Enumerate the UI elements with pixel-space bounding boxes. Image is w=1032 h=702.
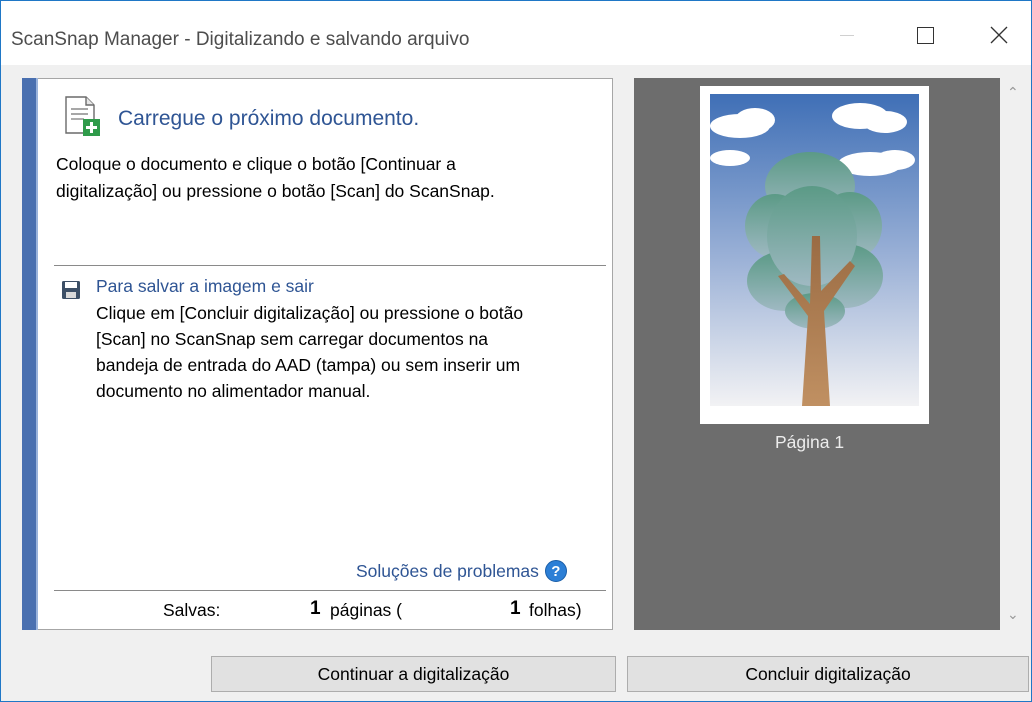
stats-divider: [54, 590, 606, 591]
document-add-icon: [65, 96, 100, 136]
continue-scanning-button[interactable]: Continuar a digitalização: [211, 656, 616, 692]
page-number-label: Página 1: [775, 432, 845, 452]
page-thumbnail[interactable]: [700, 86, 929, 424]
instruction-text: Coloque o documento e clique o botão [Co…: [56, 151, 596, 205]
minimize-icon: [840, 34, 854, 36]
panel-heading: Carregue o próximo documento.: [118, 107, 420, 130]
close-icon: [990, 26, 1008, 44]
scanned-image: [710, 94, 919, 406]
scroll-down-arrow-icon[interactable]: ⌄: [1007, 606, 1019, 623]
maximize-icon: [916, 26, 934, 44]
save-section-description: Clique em [Concluir digitalização] ou pr…: [96, 300, 601, 404]
section-divider: [54, 265, 606, 266]
title-bar[interactable]: ScanSnap Manager - Digitalizando e salva…: [1, 1, 1031, 65]
instruction-line-2: digitalização] ou pressione o botão [Sca…: [56, 181, 495, 201]
floppy-disk-icon: [62, 281, 80, 299]
help-icon[interactable]: ?: [544, 560, 567, 582]
save-desc-line-3: bandeja de entrada do AAD (tampa) ou sem…: [96, 355, 521, 375]
minimize-button[interactable]: [823, 2, 871, 64]
panel-accent-highlight: [36, 78, 38, 630]
preview-scrollbar[interactable]: [1000, 78, 1031, 630]
troubleshooting-label: Soluções de problemas: [356, 560, 539, 581]
maximize-button[interactable]: [901, 2, 949, 64]
saved-label: Salvas:: [163, 600, 221, 620]
finish-scanning-button[interactable]: Concluir digitalização: [627, 656, 1029, 692]
save-desc-line-2: [Scan] no ScanSnap sem carregar document…: [96, 329, 489, 349]
sheets-count: 1: [510, 598, 521, 619]
close-button[interactable]: [975, 2, 1023, 64]
pages-count: 1: [310, 598, 321, 619]
scroll-up-arrow-icon[interactable]: ⌃: [1007, 84, 1019, 101]
panel-accent-bar: [22, 78, 36, 630]
troubleshooting-link[interactable]: Soluções de problemas ?: [356, 560, 567, 582]
pages-label: páginas (: [330, 600, 402, 620]
sheets-label: folhas): [529, 600, 582, 620]
save-desc-line-1: Clique em [Concluir digitalização] ou pr…: [96, 303, 524, 323]
save-section-title: Para salvar a imagem e sair: [96, 276, 314, 296]
save-desc-line-4: documento no alimentador manual.: [96, 381, 371, 401]
instruction-line-1: Coloque o documento e clique o botão [Co…: [56, 154, 456, 174]
window-title: ScanSnap Manager - Digitalizando e salva…: [11, 29, 470, 50]
